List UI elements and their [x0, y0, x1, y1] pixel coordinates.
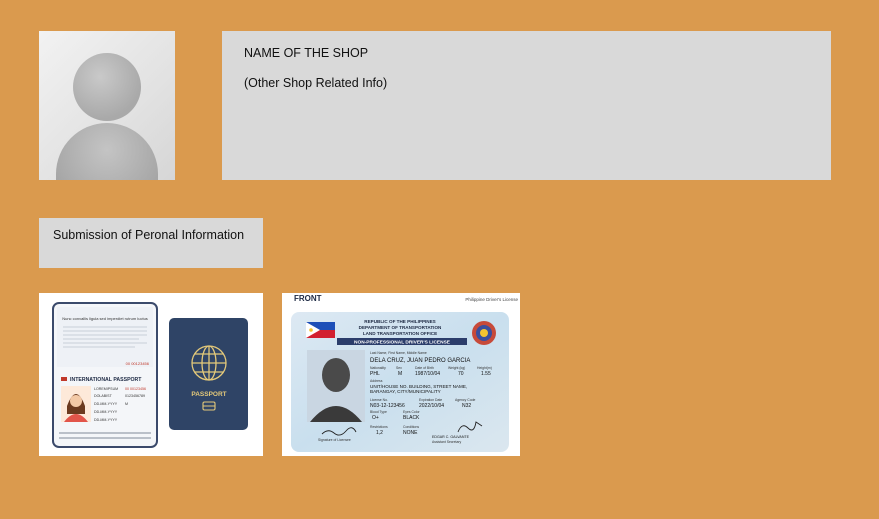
globe-icon	[191, 345, 227, 381]
license-official-title: Assistant Secretary	[432, 440, 462, 444]
passport-number-text: 00 00123456	[126, 361, 150, 366]
avatar-body	[56, 123, 158, 180]
license-weight-value: 70	[458, 371, 464, 377]
license-restrictions-value: 1,2	[376, 430, 383, 436]
passport-extra-2: 0123456789	[125, 394, 145, 398]
license-agency-label: Agency Code	[455, 398, 475, 402]
submit-personal-info-button[interactable]: Submission of Peronal Information	[39, 218, 263, 268]
license-blood-label: Blood Type	[370, 410, 387, 414]
license-nationality-label: Nationality	[370, 366, 386, 370]
shop-name: NAME OF THE SHOP	[244, 46, 369, 60]
drivers-license-illustration: FRONT Philippine Driver's License REPUBL…	[282, 293, 520, 456]
license-sex-value: M	[398, 371, 402, 377]
profile-avatar	[39, 31, 175, 180]
license-expiry-value: 2022/10/04	[419, 403, 444, 409]
shop-other-info: (Other Shop Related Info)	[244, 76, 388, 90]
license-republic-text: REPUBLIC OF THE PHILIPPINES	[364, 319, 435, 324]
passport-cover-label: PASSPORT	[191, 391, 226, 398]
license-office-text: LAND TRANSPORTATION OFFICE	[363, 331, 437, 336]
license-department-text: DEPARTMENT OF TRANSPORTATION	[359, 325, 442, 330]
license-address-line-2: BARANGAY, CITY/MUNICIPALITY	[370, 389, 441, 394]
license-expiry-label: Expiration Date	[419, 398, 442, 402]
license-number-label: License No.	[370, 398, 388, 402]
passport-field-1: LOREMIPSUM	[94, 387, 118, 391]
lto-seal-icon	[472, 321, 496, 345]
passport-header-text: Nunc convallis ligula sed imperdiet rutr…	[62, 316, 148, 321]
license-signature-label: Signature of Licensee	[318, 438, 351, 442]
drivers-license-document-image[interactable]: FRONT Philippine Driver's License REPUBL…	[282, 293, 520, 456]
license-address-label: Address	[370, 379, 383, 383]
passport-field-2: DOLABIST	[94, 394, 113, 398]
license-conditions-label: Conditions	[403, 425, 419, 429]
passport-field-4: DD-MM-YYYY	[94, 410, 118, 414]
passport-title-text: INTERNATIONAL PASSPORT	[70, 377, 142, 383]
license-number-value: N03-12-123456	[370, 403, 405, 409]
license-height-value: 1.55	[481, 371, 491, 377]
license-side-label: FRONT	[294, 294, 322, 303]
license-blood-value: O+	[372, 415, 379, 421]
license-official-name: EDGAR C. GALVANTE	[432, 435, 470, 439]
license-type-text: NON-PROFESSIONAL DRIVER'S LICENSE	[354, 340, 451, 346]
license-agency-value: N32	[462, 403, 471, 409]
license-height-label: Height(m)	[477, 366, 492, 370]
license-photo	[307, 350, 365, 422]
license-name-label: Last Name, First Name, Middle Name	[370, 351, 427, 355]
license-sex-label: Sex	[396, 366, 402, 370]
license-dob-value: 1987/10/04	[415, 371, 440, 377]
license-eyes-label: Eyes Color	[403, 410, 420, 414]
avatar-head	[73, 53, 141, 121]
license-name-value: DELA CRUZ, JUAN PEDRO GARCIA	[370, 358, 470, 364]
license-dob-label: Date of Birth	[415, 366, 434, 370]
license-restrictions-label: Restrictions	[370, 425, 388, 429]
shop-info-panel: NAME OF THE SHOP (Other Shop Related Inf…	[222, 31, 831, 180]
passport-field-3: DD-MM-YYYY	[94, 402, 118, 406]
passport-document-image[interactable]: Nunc convallis ligula sed imperdiet rutr…	[39, 293, 263, 456]
license-eyes-value: BLACK	[403, 415, 420, 421]
license-top-right-label: Philippine Driver's License	[465, 297, 518, 302]
license-nationality-value: PHL	[370, 371, 380, 377]
submit-button-label: Submission of Peronal Information	[53, 228, 245, 242]
passport-field-5: DD-MM-YYYY	[94, 418, 118, 422]
passport-extra-3: M	[125, 402, 128, 406]
passport-extra-1: 00 00123456	[125, 387, 146, 391]
philippine-flag-icon	[306, 322, 335, 338]
license-conditions-value: NONE	[403, 430, 418, 436]
passport-illustration: Nunc convallis ligula sed imperdiet rutr…	[39, 293, 263, 456]
license-weight-label: Weight (kg)	[448, 366, 465, 370]
